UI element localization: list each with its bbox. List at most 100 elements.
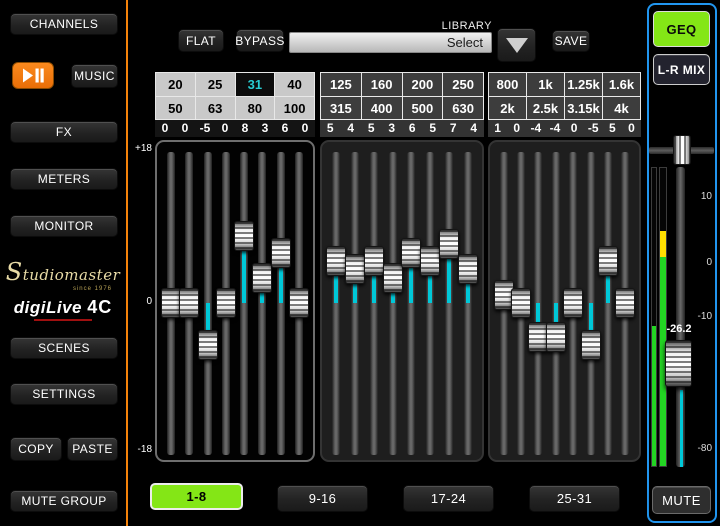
fader-knob[interactable] [420,246,440,276]
chevron-down-icon [506,38,528,53]
lr-mix-button[interactable]: L-R MIX [653,54,710,85]
fader-track[interactable] [351,152,359,455]
fader-knob[interactable] [271,238,291,268]
library-dropdown-button[interactable] [497,28,536,62]
fader-track[interactable] [389,152,397,455]
model-name: digiLive [14,298,82,317]
fader-track[interactable] [445,152,453,455]
freq-cell-800[interactable]: 800 [489,73,526,96]
fader-track[interactable] [604,152,612,455]
band-fader-1 [495,142,512,460]
fader-knob[interactable] [511,288,531,318]
master-fader-knob[interactable] [665,340,692,387]
freq-cell-63[interactable]: 63 [195,97,235,119]
monitor-button[interactable]: MONITOR [10,215,118,237]
geq-tab-button[interactable]: GEQ [653,11,710,47]
meters-button[interactable]: METERS [10,168,118,190]
band-fader-7 [440,142,459,460]
fader-knob[interactable] [546,322,566,352]
fader-track[interactable] [464,152,472,455]
freq-cell-630[interactable]: 630 [442,97,483,119]
freq-cell-1.25k[interactable]: 1.25k [564,73,602,96]
range-button-9-16[interactable]: 9-16 [277,485,368,512]
freq-cell-4k[interactable]: 4k [602,97,640,119]
freq-cell-315[interactable]: 315 [321,97,361,119]
fader-knob[interactable] [615,288,635,318]
copy-button[interactable]: COPY [10,437,62,461]
fader-knob[interactable] [198,330,218,360]
range-button-17-24[interactable]: 17-24 [403,485,494,512]
freq-cell-200[interactable]: 200 [402,73,443,96]
scenes-button[interactable]: SCENES [10,337,118,359]
gain-value: 7 [443,120,464,137]
freq-cell-2.5k[interactable]: 2.5k [526,97,564,119]
fader-knob[interactable] [364,246,384,276]
fader-track[interactable] [277,152,285,455]
mute-group-button[interactable]: MUTE GROUP [10,490,118,512]
freq-cell-125[interactable]: 125 [321,73,361,96]
save-button[interactable]: SAVE [552,30,590,52]
sidebar: CHANNELS MUSIC FX METERS MONITOR Studiom… [0,0,126,526]
fader-knob[interactable] [581,330,601,360]
paste-button[interactable]: PASTE [67,437,118,461]
bypass-button[interactable]: BYPASS [236,29,284,52]
fader-knob[interactable] [179,288,199,318]
geq-group-3: 8001k1.25k1.6k2k2.5k3.15k4k10-4-40-550 [488,72,641,462]
fader-knob[interactable] [458,254,478,284]
fader-track[interactable] [426,152,434,455]
frequency-table: 125160200250315400500630 [320,72,484,120]
fader-knob[interactable] [216,288,236,318]
range-button-1-8[interactable]: 1-8 [150,483,243,510]
master-fader-cyan-track [680,390,683,467]
range-button-25-31[interactable]: 25-31 [529,485,620,512]
freq-cell-100[interactable]: 100 [274,97,314,119]
fader-track[interactable] [258,152,266,455]
fader-panel [155,140,315,462]
fader-track[interactable] [240,152,248,455]
fader-track[interactable] [370,152,378,455]
flat-button[interactable]: FLAT [178,29,224,52]
freq-cell-250[interactable]: 250 [442,73,483,96]
fader-knob[interactable] [439,229,459,259]
freq-cell-80[interactable]: 80 [235,97,275,119]
gain-value: 4 [464,120,485,137]
channels-button[interactable]: CHANNELS [10,13,118,35]
pan-slider-knob[interactable] [673,135,691,165]
fader-knob[interactable] [401,238,421,268]
settings-button[interactable]: SETTINGS [10,383,118,405]
freq-cell-1.6k[interactable]: 1.6k [602,73,640,96]
fader-track[interactable] [407,152,415,455]
band-fader-2 [180,142,198,460]
fader-knob[interactable] [289,288,309,318]
fader-track[interactable] [332,152,340,455]
freq-cell-20[interactable]: 20 [156,73,195,96]
fader-knob[interactable] [326,246,346,276]
freq-cell-40[interactable]: 40 [274,73,314,96]
mute-button[interactable]: MUTE [652,486,711,514]
freq-cell-31[interactable]: 31 [235,73,275,96]
freq-cell-2k[interactable]: 2k [489,97,526,119]
freq-cell-400[interactable]: 400 [361,97,402,119]
fader-knob[interactable] [161,288,181,318]
library-select-field[interactable]: Select [289,32,492,53]
freq-cell-160[interactable]: 160 [361,73,402,96]
freq-cell-500[interactable]: 500 [402,97,443,119]
fader-knob[interactable] [563,288,583,318]
play-pause-button[interactable] [12,62,54,89]
music-button[interactable]: MUSIC [71,64,118,88]
freq-cell-3.15k[interactable]: 3.15k [564,97,602,119]
frequency-row: 315400500630 [321,96,483,119]
gain-value: 0 [565,120,584,137]
gain-value: 3 [255,120,275,137]
fader-knob[interactable] [234,221,254,251]
brand-logo: Studiomaster since 1976 digiLive 4C [4,258,122,321]
freq-cell-1k[interactable]: 1k [526,73,564,96]
freq-cell-50[interactable]: 50 [156,97,195,119]
fx-button[interactable]: FX [10,121,118,143]
fader-knob[interactable] [598,246,618,276]
level-meter-left [651,167,657,467]
freq-cell-25[interactable]: 25 [195,73,235,96]
fader-knob[interactable] [252,263,272,293]
fader-knob[interactable] [383,263,403,293]
fader-knob[interactable] [345,254,365,284]
